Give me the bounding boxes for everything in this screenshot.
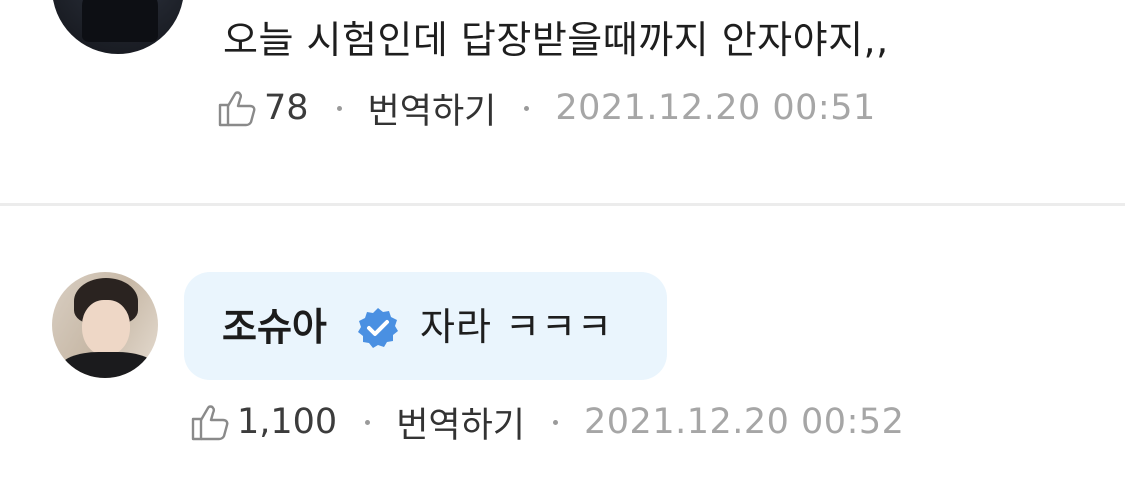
translate-link[interactable]: 번역하기 xyxy=(368,83,497,134)
verified-badge-icon xyxy=(356,306,400,350)
comment-text: 오늘 시험인데 답장받을때까지 안자야지,, xyxy=(223,18,889,62)
thumbs-up-icon[interactable] xyxy=(189,401,231,443)
commenter-avatar[interactable] xyxy=(52,0,184,54)
separator-dot xyxy=(365,419,371,425)
reply-meta-row: 1,100 번역하기 2021.12.20 00:52 xyxy=(189,400,905,446)
author-name[interactable]: 조슈아 xyxy=(222,302,327,352)
translate-link[interactable]: 번역하기 xyxy=(396,397,525,448)
artist-avatar[interactable] xyxy=(52,272,158,378)
avatar-shirt xyxy=(60,352,156,378)
avatar-silhouette xyxy=(82,0,158,42)
reply-bubble: 조슈아 자라 ㅋㅋㅋ xyxy=(184,272,667,380)
like-count: 78 xyxy=(264,88,309,128)
comment-timestamp: 2021.12.20 00:51 xyxy=(555,88,876,128)
thumbs-up-icon[interactable] xyxy=(216,87,258,129)
avatar-face xyxy=(82,300,130,356)
reply-timestamp: 2021.12.20 00:52 xyxy=(584,402,905,442)
section-divider xyxy=(0,203,1125,206)
like-count: 1,100 xyxy=(237,402,338,442)
separator-dot xyxy=(336,105,342,111)
reply-text: 자라 ㅋㅋㅋ xyxy=(420,305,613,349)
separator-dot xyxy=(524,105,530,111)
separator-dot xyxy=(553,419,559,425)
comment-meta-row: 78 번역하기 2021.12.20 00:51 xyxy=(216,86,876,132)
